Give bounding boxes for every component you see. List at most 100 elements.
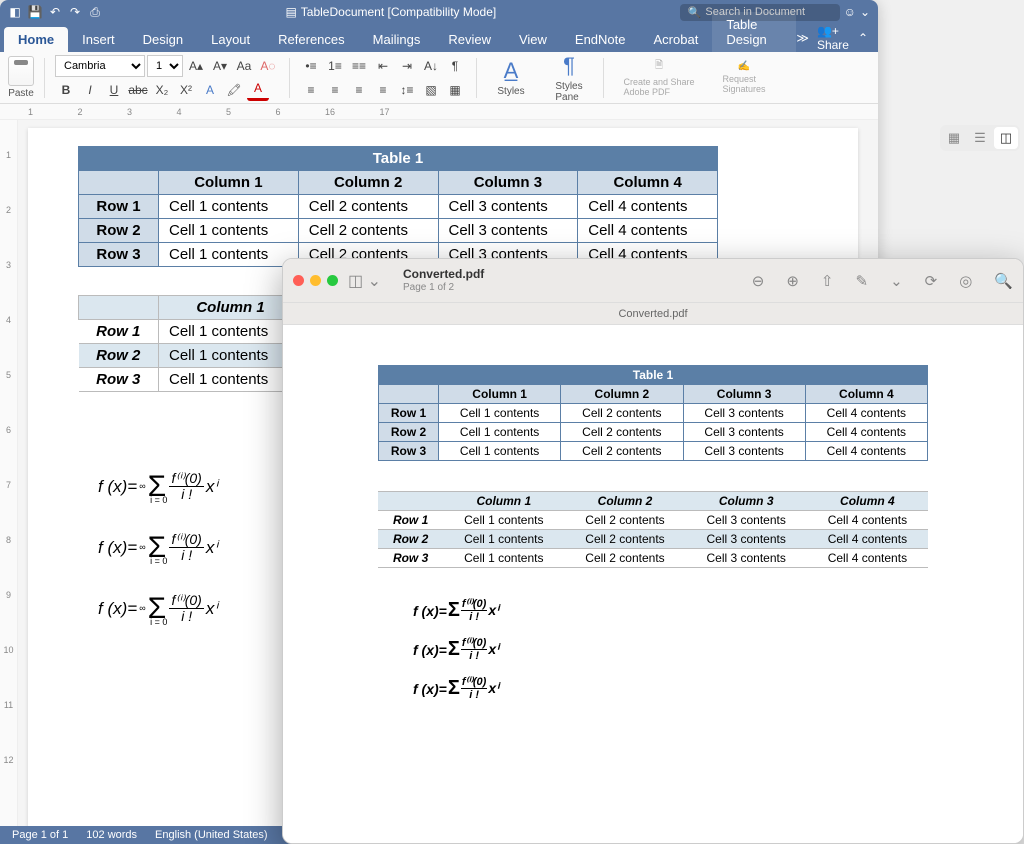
window-controls [293, 275, 338, 286]
align-right-icon[interactable]: ≡ [348, 79, 370, 101]
indent-left-icon[interactable]: ⇤ [372, 55, 394, 77]
rotate-icon[interactable]: ⟳ [925, 272, 938, 290]
tab-endnote[interactable]: EndNote [561, 27, 640, 52]
more-icon[interactable]: ⌄ [890, 272, 903, 290]
preview-document[interactable]: Table 1 Column 1Column 2 Column 3Column … [283, 325, 1023, 843]
shrink-font-icon[interactable]: A▾ [209, 55, 231, 77]
font-name-select[interactable]: Cambria [55, 55, 145, 77]
tab-review[interactable]: Review [434, 27, 505, 52]
ribbon-tabs: Home Insert Design Layout References Mai… [0, 24, 878, 52]
divider [476, 58, 477, 98]
styles-button[interactable]: A̲ Styles [487, 58, 535, 97]
sidebar-toggle-icon[interactable]: ◫ ⌄ [348, 271, 381, 291]
vertical-ruler[interactable]: 123 456 789 101112 [0, 120, 18, 826]
word-table-1[interactable]: Table 1 Column 1Column 2 Column 3Column … [78, 146, 718, 267]
tab-insert[interactable]: Insert [68, 27, 129, 52]
save-icon[interactable]: 💾 [28, 5, 42, 19]
superscript-button[interactable]: X² [175, 79, 197, 101]
text-effects-icon[interactable]: A [199, 79, 221, 101]
borders-icon[interactable]: ▦ [444, 79, 466, 101]
autosave-icon[interactable]: ◧ [8, 5, 22, 19]
preview-subtitle: Page 1 of 2 [403, 282, 484, 294]
search-icon[interactable]: 🔍 [994, 272, 1013, 290]
indent-right-icon[interactable]: ⇥ [396, 55, 418, 77]
pane-icon: ¶ [563, 53, 575, 79]
change-case-icon[interactable]: Aa [233, 55, 255, 77]
paste-button[interactable]: Paste [8, 56, 34, 99]
bold-button[interactable]: B [55, 79, 77, 101]
close-icon[interactable] [293, 275, 304, 286]
request-sig-button[interactable]: ✍ Request Signatures [714, 61, 774, 94]
share-button[interactable]: 👥+ Share [817, 24, 850, 52]
strike-button[interactable]: abc [127, 79, 149, 101]
horizontal-ruler[interactable]: 1 2 3 4 5 6 16 17 [0, 104, 878, 120]
chevron-down-icon[interactable]: ⌄ [860, 5, 870, 19]
font-size-select[interactable]: 12 [147, 55, 183, 77]
preview-window: ◫ ⌄ Converted.pdf Page 1 of 2 ⊖ ⊕ ⇧ ✎ ⌄ … [282, 258, 1024, 844]
numbering-icon[interactable]: 1≡ [324, 55, 346, 77]
show-marks-icon[interactable]: ¶ [444, 55, 466, 77]
tab-references[interactable]: References [264, 27, 358, 52]
collapse-ribbon-icon[interactable]: ⌃ [858, 31, 868, 45]
divider [44, 58, 45, 98]
zoom-in-icon[interactable]: ⊕ [786, 272, 799, 290]
icon-list-view[interactable]: ☰ [968, 127, 992, 149]
preview-titlebar: ◫ ⌄ Converted.pdf Page 1 of 2 ⊖ ⊕ ⇧ ✎ ⌄ … [283, 259, 1023, 303]
doc-icon: ▤ [285, 5, 296, 19]
markup-icon[interactable]: ✎ [855, 272, 868, 290]
line-spacing-icon[interactable]: ↕≡ [396, 79, 418, 101]
view-mode-segmented[interactable]: ▦ ☰ ◫ [940, 125, 1020, 151]
divider [603, 58, 604, 98]
signature-icon: ✍ [738, 61, 750, 72]
italic-button[interactable]: I [79, 79, 101, 101]
align-center-icon[interactable]: ≡ [324, 79, 346, 101]
font-color-icon[interactable]: A [247, 79, 269, 101]
tab-table-design[interactable]: Table Design [712, 12, 796, 52]
pdf-table-2: Column 1Column 2 Column 3Column 4 Row 1C… [378, 491, 928, 568]
justify-icon[interactable]: ≡ [372, 79, 394, 101]
divider [289, 58, 290, 98]
undo-icon[interactable]: ↶ [48, 5, 62, 19]
preview-title: Converted.pdf [403, 267, 484, 281]
minimize-icon[interactable] [310, 275, 321, 286]
smiley-icon[interactable]: ☺ [844, 5, 856, 19]
page-indicator[interactable]: Page 1 of 1 [12, 829, 68, 841]
print-icon[interactable]: ⎙ [88, 5, 102, 19]
tab-home[interactable]: Home [4, 27, 68, 52]
doc-title: TableDocument [Compatibility Mode] [301, 5, 496, 19]
icon-grid-view[interactable]: ▦ [942, 127, 966, 149]
word-count[interactable]: 102 words [86, 829, 137, 841]
subscript-button[interactable]: X₂ [151, 79, 173, 101]
language-indicator[interactable]: English (United States) [155, 829, 268, 841]
underline-button[interactable]: U [103, 79, 125, 101]
sort-icon[interactable]: A↓ [420, 55, 442, 77]
preview-tab-bar[interactable]: Converted.pdf [283, 303, 1023, 325]
tab-acrobat[interactable]: Acrobat [640, 27, 713, 52]
zoom-icon[interactable] [327, 275, 338, 286]
search-icon: 🔍 [688, 6, 702, 19]
word-table-2[interactable]: Column 1 Row 1Cell 1 contents Row 2Cell … [78, 295, 303, 392]
pdf-formula-1: f (x)=Σ f⁽ⁱ⁾(0)i ! xⁱ [413, 598, 973, 623]
tab-view[interactable]: View [505, 27, 561, 52]
grow-font-icon[interactable]: A▴ [185, 55, 207, 77]
shading-icon[interactable]: ▧ [420, 79, 442, 101]
highlight-icon[interactable]: ◎ [959, 272, 972, 290]
pdf-formula-3: f (x)=Σ f⁽ⁱ⁾(0)i ! xⁱ [413, 676, 973, 701]
redo-icon[interactable]: ↷ [68, 5, 82, 19]
adobe-pdf-button[interactable]: 🗎 Create and Share Adobe PDF [614, 58, 704, 97]
tab-design[interactable]: Design [129, 27, 197, 52]
table-title: Table 1 [79, 147, 718, 171]
highlight-icon[interactable]: 🖍 [223, 79, 245, 101]
tab-mailings[interactable]: Mailings [359, 27, 435, 52]
zoom-out-icon[interactable]: ⊖ [752, 272, 765, 290]
bullets-icon[interactable]: •≡ [300, 55, 322, 77]
align-left-icon[interactable]: ≡ [300, 79, 322, 101]
icon-column-view[interactable]: ◫ [994, 127, 1018, 149]
clipboard-icon [8, 56, 34, 86]
tab-layout[interactable]: Layout [197, 27, 264, 52]
styles-pane-button[interactable]: ¶ Styles Pane [545, 53, 593, 103]
share-icon[interactable]: ⇧ [821, 272, 834, 290]
clear-format-icon[interactable]: A◌ [257, 55, 279, 77]
tabs-overflow-icon[interactable]: ≫ [796, 31, 809, 45]
multilevel-icon[interactable]: ≡≡ [348, 55, 370, 77]
